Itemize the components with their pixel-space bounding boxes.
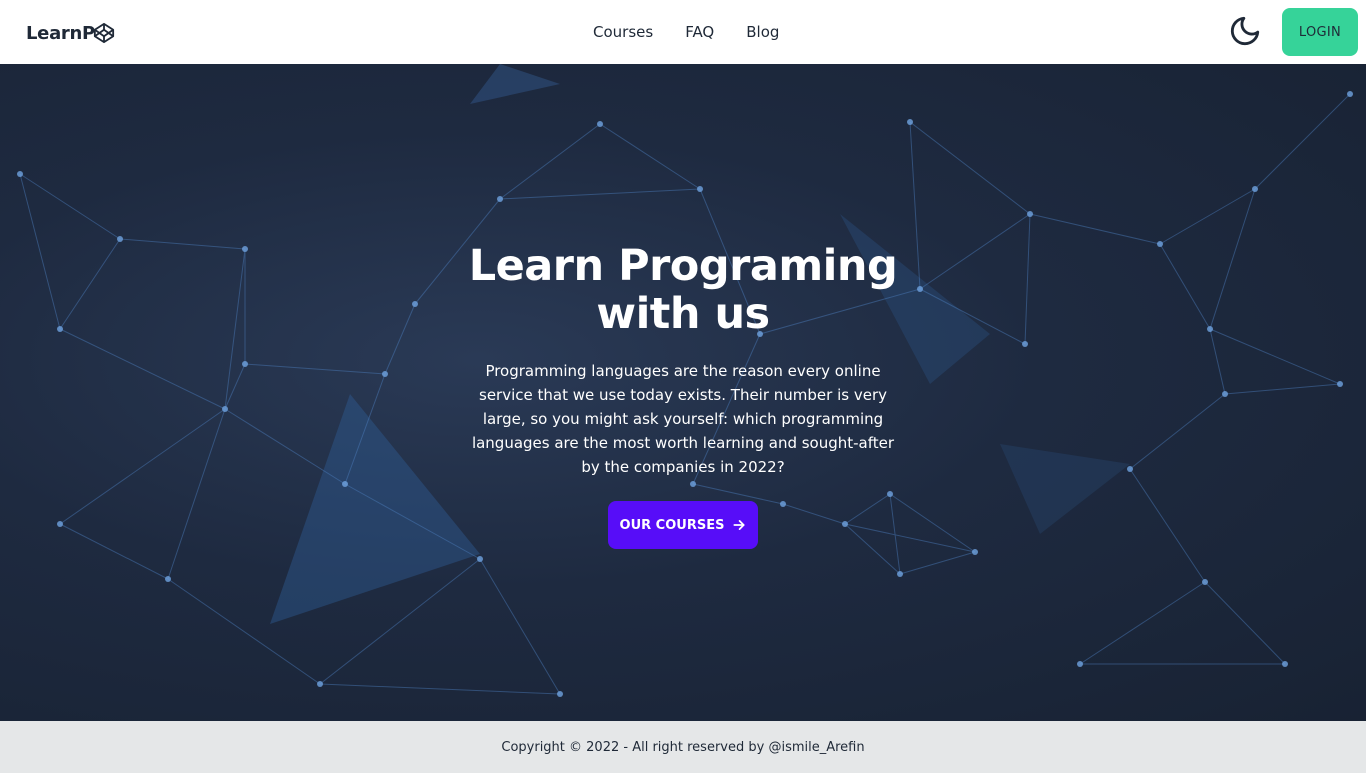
hero-content: Learn Programing with us Programming lan… bbox=[463, 242, 903, 549]
hero-description: Programming languages are the reason eve… bbox=[471, 362, 895, 476]
footer-copyright: Copyright © 2022 - All right reserved by… bbox=[501, 739, 865, 755]
hero-title: Learn Programing with us bbox=[463, 242, 903, 338]
brand-name: LearnP bbox=[26, 22, 95, 44]
login-button[interactable]: LOGIN bbox=[1282, 8, 1358, 56]
our-courses-label: OUR COURSES bbox=[619, 517, 725, 533]
nav-link-blog[interactable]: Blog bbox=[746, 23, 779, 41]
arrow-right-icon bbox=[732, 518, 746, 532]
hero-title-line-1: Learn Programing bbox=[468, 241, 898, 291]
hero-section: Learn Programing with us Programming lan… bbox=[0, 64, 1366, 721]
nav-link-courses[interactable]: Courses bbox=[593, 23, 653, 41]
our-courses-button[interactable]: OUR COURSES bbox=[608, 501, 758, 549]
brand-logo[interactable]: LearnP bbox=[26, 20, 115, 46]
theme-toggle-button[interactable] bbox=[1226, 14, 1264, 52]
moon-icon bbox=[1228, 14, 1262, 52]
nav-link-faq[interactable]: FAQ bbox=[685, 23, 714, 41]
hero-title-line-2: with us bbox=[596, 289, 770, 339]
navbar: LearnP Courses FAQ Blog LOGIN bbox=[0, 0, 1366, 64]
footer: Copyright © 2022 - All right reserved by… bbox=[0, 721, 1366, 773]
codepen-cube-icon bbox=[93, 22, 115, 44]
nav-menu: Courses FAQ Blog bbox=[593, 0, 811, 64]
